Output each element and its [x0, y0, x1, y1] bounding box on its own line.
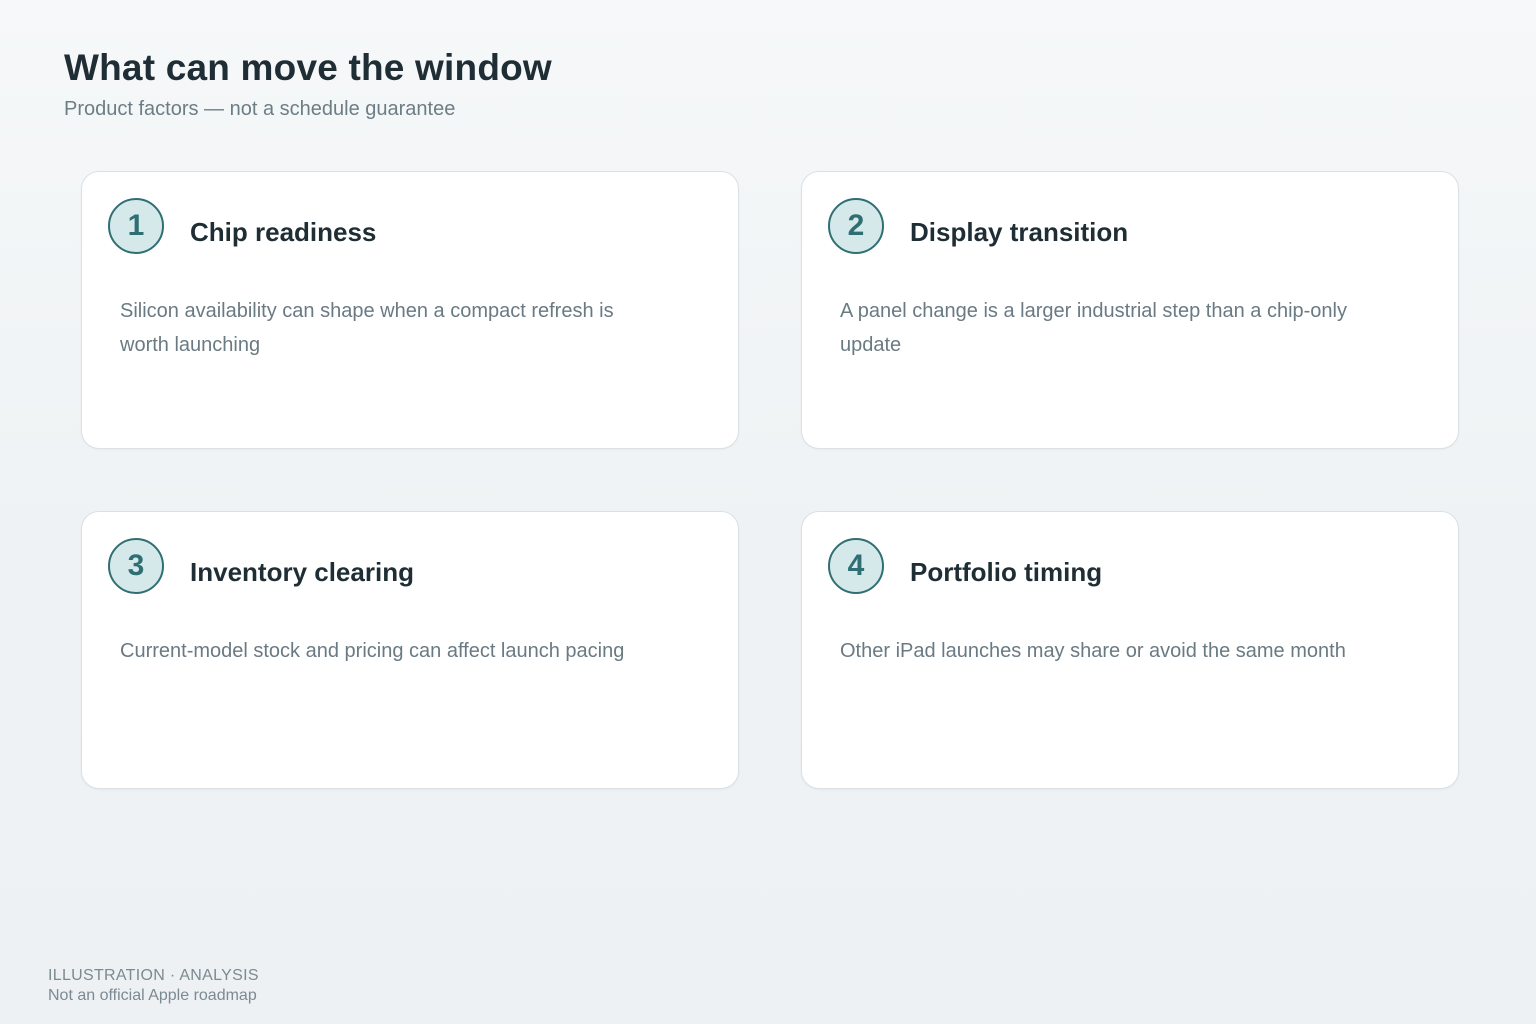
- factor-card-display-transition: 2 Display transition A panel change is a…: [801, 171, 1459, 449]
- number-badge: 4: [828, 538, 884, 594]
- card-description: Silicon availability can shape when a co…: [120, 300, 614, 356]
- card-title: Portfolio timing: [910, 557, 1103, 587]
- footer: ILLUSTRATION · ANALYSIS Not an official …: [48, 966, 259, 1006]
- factor-card-portfolio-timing: 4 Portfolio timing Other iPad launches m…: [801, 511, 1459, 789]
- card-title: Inventory clearing: [190, 557, 414, 587]
- card-title: Chip readiness: [190, 217, 377, 247]
- number-badge: 1: [108, 198, 164, 254]
- page-title: What can move the window: [64, 47, 552, 88]
- card-title: Display transition: [910, 217, 1129, 247]
- factor-card-inventory-clearing: 3 Inventory clearing Current-model stock…: [81, 511, 739, 789]
- footer-label: ILLUSTRATION · ANALYSIS: [48, 967, 259, 984]
- card-description: Other iPad launches may share or avoid t…: [840, 640, 1346, 662]
- number-badge: 2: [828, 198, 884, 254]
- number-badge: 3: [108, 538, 164, 594]
- page-subtitle: Product factors — not a schedule guarant…: [64, 98, 456, 120]
- card-description: Current-model stock and pricing can affe…: [120, 640, 625, 662]
- page-header: What can move the window Product factors…: [64, 46, 552, 122]
- card-description: A panel change is a larger industrial st…: [840, 300, 1347, 356]
- factor-card-chip-readiness: 1 Chip readiness Silicon availability ca…: [81, 171, 739, 449]
- footer-note: Not an official Apple roadmap: [48, 987, 257, 1004]
